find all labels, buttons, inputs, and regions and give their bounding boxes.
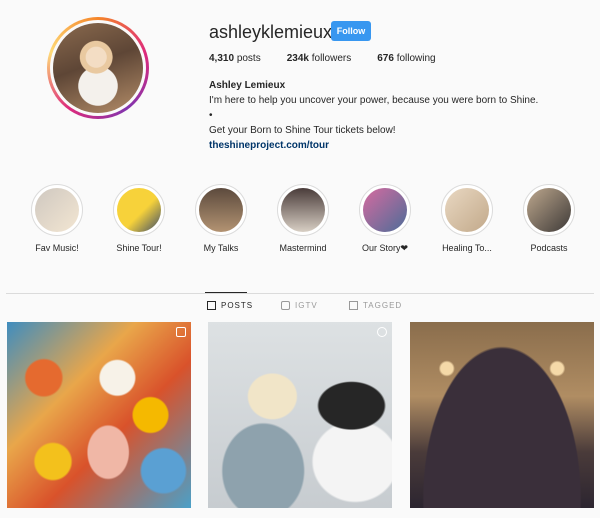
highlight-thumbnail: [445, 188, 489, 232]
carousel-icon: [176, 327, 186, 337]
highlight-label: Mastermind: [279, 243, 327, 253]
story-highlights: Fav Music! Shine Tour! My Talks Mastermi…: [0, 184, 600, 264]
profile-username: ashleyklemieux: [209, 22, 333, 42]
highlight-ring: [523, 184, 575, 236]
following-label: following: [396, 53, 436, 64]
video-icon: [377, 327, 387, 337]
posts-number: 4,310: [209, 53, 235, 64]
followers-count[interactable]: 234k followers: [287, 53, 352, 64]
highlight-thumbnail: [35, 188, 79, 232]
active-tab-indicator: [205, 292, 247, 293]
grid-icon: [207, 301, 216, 310]
tab-igtv[interactable]: IGTV: [281, 301, 318, 310]
highlight-ring: [31, 184, 83, 236]
highlight-item[interactable]: Podcasts: [509, 184, 589, 253]
highlight-ring: [359, 184, 411, 236]
post-thumbnail[interactable]: [7, 322, 191, 508]
followers-label: followers: [311, 53, 352, 64]
highlight-thumbnail: [527, 188, 571, 232]
highlight-item[interactable]: Fav Music!: [17, 184, 97, 253]
highlight-item[interactable]: Shine Tour!: [99, 184, 179, 253]
igtv-icon: [281, 301, 290, 310]
highlight-ring: [113, 184, 165, 236]
bio-line-3: Get your Born to Shine Tour tickets belo…: [209, 125, 396, 136]
tab-tagged[interactable]: TAGGED: [349, 301, 402, 310]
posts-count: 4,310 posts: [209, 53, 261, 64]
profile-stats: 4,310 posts 234k followers 676 following: [209, 53, 462, 64]
highlight-thumbnail: [281, 188, 325, 232]
highlight-thumbnail: [199, 188, 243, 232]
bio-line-1: I'm here to help you uncover your power,…: [209, 95, 539, 106]
highlight-label: Podcasts: [530, 243, 568, 253]
tab-label: POSTS: [221, 301, 254, 310]
followers-number: 234k: [286, 53, 309, 64]
avatar-border: [50, 20, 146, 116]
highlight-thumbnail: [117, 188, 161, 232]
profile-avatar[interactable]: [47, 17, 149, 119]
post-thumbnail[interactable]: [410, 322, 594, 508]
highlight-thumbnail: [363, 188, 407, 232]
post-thumbnail[interactable]: [208, 322, 392, 508]
highlight-ring: [277, 184, 329, 236]
tag-icon: [349, 301, 358, 310]
tab-label: IGTV: [295, 301, 318, 310]
highlight-label: Shine Tour!: [116, 243, 162, 253]
bio-line-2: •: [209, 110, 213, 121]
highlight-item[interactable]: Mastermind: [263, 184, 343, 253]
avatar-image: [53, 23, 143, 113]
posts-label: posts: [236, 53, 261, 64]
bio-link[interactable]: theshineproject.com/tour: [209, 138, 589, 153]
tabs-divider: [6, 293, 594, 294]
full-name: Ashley Lemieux: [209, 80, 286, 91]
tab-label: TAGGED: [363, 301, 403, 310]
following-number: 676: [377, 53, 394, 64]
follow-button[interactable]: Follow: [331, 21, 371, 41]
highlight-ring: [441, 184, 493, 236]
highlight-ring: [195, 184, 247, 236]
profile-bio: Ashley Lemieux I'm here to help you unco…: [209, 78, 589, 153]
following-count[interactable]: 676 following: [377, 53, 435, 64]
highlight-item[interactable]: My Talks: [181, 184, 261, 253]
highlight-item[interactable]: Our Story❤: [345, 184, 425, 254]
highlight-label: Our Story❤: [361, 243, 409, 253]
highlight-label: Healing To...: [442, 243, 492, 253]
tab-posts[interactable]: POSTS: [207, 301, 253, 310]
highlight-item[interactable]: Healing To...: [427, 184, 507, 253]
highlight-label: Fav Music!: [35, 243, 79, 253]
highlight-label: My Talks: [203, 243, 239, 253]
